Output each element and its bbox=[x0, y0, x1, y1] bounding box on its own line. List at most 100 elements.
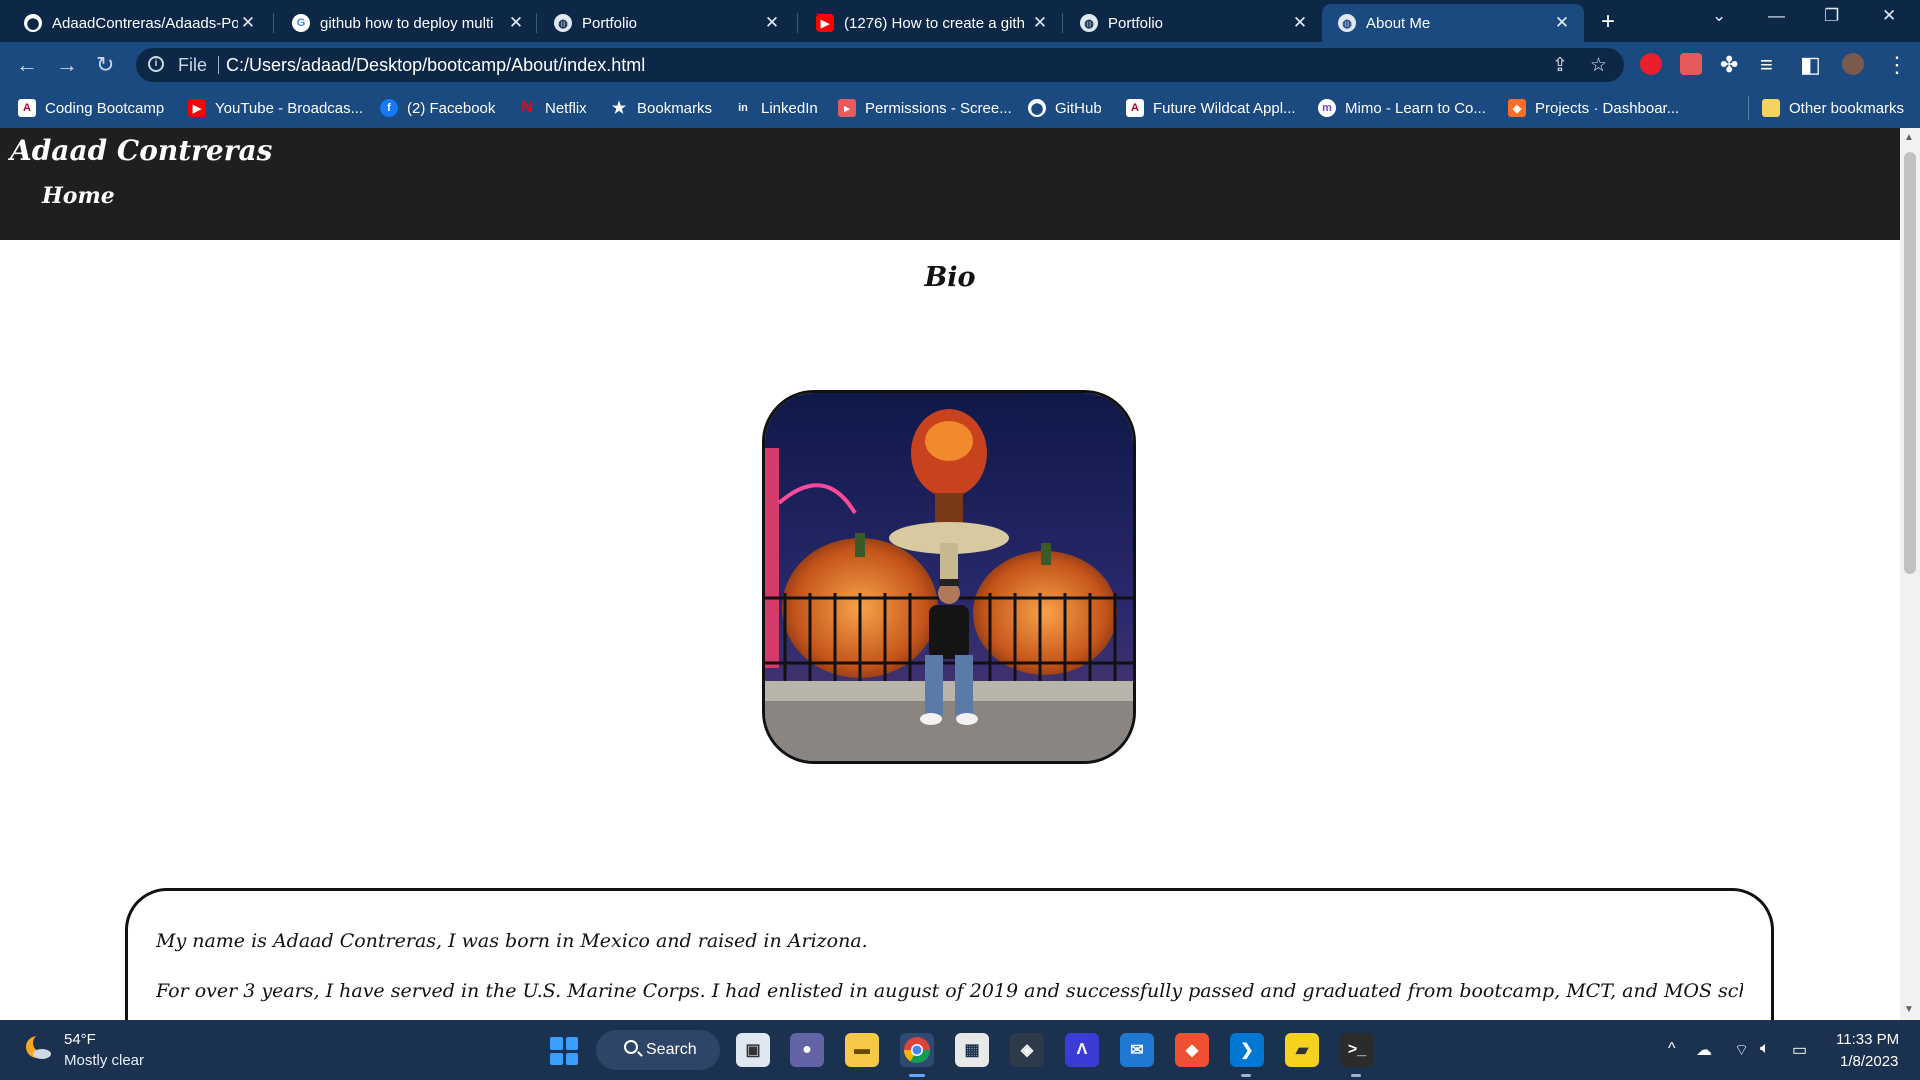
tab-google-search[interactable]: G github how to deploy multi ✕ bbox=[276, 4, 538, 42]
menu-kebab-icon[interactable]: ⋮ bbox=[1886, 52, 1908, 78]
clock-time[interactable]: 11:33 PM bbox=[1836, 1031, 1899, 1048]
close-icon[interactable]: ✕ bbox=[506, 13, 526, 33]
info-icon[interactable]: i bbox=[148, 56, 164, 72]
clock-date[interactable]: 1/8/2023 bbox=[1840, 1053, 1898, 1070]
tab-github-repo[interactable]: ⬤ AdaadContreras/Adaads-Po ✕ bbox=[8, 4, 270, 42]
bio-paragraph: My name is Adaad Contreras, I was born i… bbox=[156, 930, 868, 952]
bookmark-mimo[interactable]: m Mimo - Learn to Co... bbox=[1318, 95, 1486, 121]
teams-chat-icon[interactable]: ● bbox=[790, 1033, 824, 1067]
tab-title: Portfolio bbox=[582, 14, 638, 32]
nav-home-link[interactable]: Home bbox=[42, 183, 115, 209]
terminal-icon[interactable]: >_ bbox=[1340, 1033, 1374, 1067]
extension-icon[interactable] bbox=[1640, 53, 1662, 75]
side-panel-icon[interactable]: ◧ bbox=[1800, 52, 1821, 78]
bookmark-projects-dashboard[interactable]: ◆ Projects · Dashboar... bbox=[1508, 95, 1679, 121]
scroll-thumb[interactable] bbox=[1904, 152, 1916, 574]
site-header: Adaad Contreras Home bbox=[0, 128, 1900, 240]
extensions-puzzle-icon[interactable]: ✤ bbox=[1720, 52, 1738, 78]
close-icon[interactable]: ✕ bbox=[1290, 13, 1310, 33]
bookmark-github[interactable]: ⬤ GitHub bbox=[1028, 95, 1102, 121]
media-control-icon[interactable]: ≡ bbox=[1760, 52, 1773, 78]
bookmark-coding-bootcamp[interactable]: A Coding Bootcamp bbox=[18, 95, 164, 121]
bookmark-linkedin[interactable]: in LinkedIn bbox=[734, 95, 818, 121]
vscode-icon[interactable]: ❯ bbox=[1230, 1033, 1264, 1067]
youtube-icon: ▶ bbox=[188, 99, 206, 117]
sticky-notes-icon[interactable]: ▰ bbox=[1285, 1033, 1319, 1067]
close-icon[interactable]: ✕ bbox=[762, 13, 782, 33]
facebook-icon: f bbox=[380, 99, 398, 117]
bookmark-netflix[interactable]: N Netflix bbox=[518, 95, 586, 121]
globe-icon: ◍ bbox=[1338, 14, 1356, 32]
restore-button[interactable]: ❐ bbox=[1824, 6, 1839, 26]
url-text[interactable]: C:/Users/adaad/Desktop/bootcamp/About/in… bbox=[226, 55, 645, 76]
taskbar-search[interactable]: Search bbox=[596, 1030, 720, 1070]
globe-icon: ◍ bbox=[554, 14, 572, 32]
tab-title: AdaadContreras/Adaads-Po bbox=[52, 14, 238, 32]
new-tab-button[interactable]: + bbox=[1601, 8, 1615, 36]
bookmark-facebook[interactable]: f (2) Facebook bbox=[380, 95, 495, 121]
page-viewport: Adaad Contreras Home Bio My name is Adaa… bbox=[0, 128, 1920, 1020]
address-bar[interactable]: i File C:/Users/adaad/Desktop/bootcamp/A… bbox=[136, 48, 1624, 82]
scroll-down-arrow-icon[interactable]: ▼ bbox=[1904, 1004, 1914, 1015]
mail-icon[interactable]: ✉ bbox=[1120, 1033, 1154, 1067]
github-icon: ⬤ bbox=[24, 14, 42, 32]
tab-youtube[interactable]: ▶ (1276) How to create a gith ✕ bbox=[800, 4, 1062, 42]
scheme-label: File bbox=[178, 55, 208, 75]
microsoft-store-icon[interactable]: ▦ bbox=[955, 1033, 989, 1067]
avatar[interactable] bbox=[1842, 53, 1864, 75]
folder-icon bbox=[1762, 99, 1780, 117]
bio-heading: Bio bbox=[924, 262, 976, 293]
show-hidden-icons-icon[interactable]: ^ bbox=[1668, 1040, 1676, 1058]
globe-icon: ◍ bbox=[1080, 14, 1098, 32]
close-icon[interactable]: ✕ bbox=[238, 13, 258, 33]
weather-description: Mostly clear bbox=[64, 1052, 145, 1069]
weather-temp: 54°F bbox=[64, 1031, 96, 1048]
battery-icon[interactable]: ▭ bbox=[1792, 1040, 1807, 1060]
start-button[interactable] bbox=[550, 1037, 578, 1065]
bookmark-youtube[interactable]: ▶ YouTube - Broadcas... bbox=[188, 95, 363, 121]
tab-about-me[interactable]: ◍ About Me ✕ bbox=[1322, 4, 1584, 42]
youtube-icon: ▶ bbox=[816, 14, 834, 32]
bio-card: My name is Adaad Contreras, I was born i… bbox=[125, 888, 1774, 1020]
git-icon[interactable]: ◆ bbox=[1175, 1033, 1209, 1067]
bookmark-permissions[interactable]: ▸ Permissions - Scree... bbox=[838, 95, 1012, 121]
profile-photo bbox=[762, 390, 1136, 764]
bookmark-bookmarks[interactable]: ★ Bookmarks bbox=[610, 95, 712, 121]
unity-icon[interactable]: ◈ bbox=[1010, 1033, 1044, 1067]
volume-icon[interactable]: 🔈︎ bbox=[1760, 1040, 1770, 1058]
file-explorer-icon[interactable]: ▬ bbox=[845, 1033, 879, 1067]
onedrive-cloud-icon[interactable]: ☁ bbox=[1696, 1040, 1712, 1060]
task-view-icon[interactable]: ▣ bbox=[736, 1033, 770, 1067]
close-window-button[interactable]: ✕ bbox=[1882, 6, 1896, 26]
search-icon bbox=[624, 1040, 638, 1054]
taskbar: 54°F Mostly clear Search ▣ ● ▬ ▦ ◈ Λ ✉ ◆… bbox=[0, 1020, 1920, 1080]
close-icon[interactable]: ✕ bbox=[1030, 13, 1050, 33]
reload-button[interactable]: ↻ bbox=[96, 52, 114, 78]
share-icon[interactable]: ⇪ bbox=[1552, 54, 1568, 77]
tab-search-icon[interactable]: ⌄ bbox=[1712, 6, 1726, 26]
chrome-icon[interactable] bbox=[900, 1033, 934, 1067]
tab-title: (1276) How to create a gith bbox=[844, 14, 1025, 32]
vertical-scrollbar[interactable]: ▲ ▼ bbox=[1900, 128, 1920, 1020]
netflix-icon: N bbox=[521, 99, 533, 116]
site-title: Adaad Contreras bbox=[10, 134, 273, 167]
tab-title: github how to deploy multi bbox=[320, 14, 494, 32]
bookmark-future-wildcat[interactable]: A Future Wildcat Appl... bbox=[1126, 95, 1296, 121]
wifi-icon[interactable]: ⌔ bbox=[1734, 1040, 1749, 1060]
scroll-up-arrow-icon[interactable]: ▲ bbox=[1904, 132, 1914, 143]
gitlab-icon: ◆ bbox=[1508, 99, 1526, 117]
tab-portfolio-2[interactable]: ◍ Portfolio ✕ bbox=[1064, 4, 1322, 42]
screencastify-icon[interactable] bbox=[1680, 53, 1702, 75]
tab-portfolio-1[interactable]: ◍ Portfolio ✕ bbox=[538, 4, 794, 42]
arizona-icon: A bbox=[18, 99, 36, 117]
close-icon[interactable]: ✕ bbox=[1552, 13, 1572, 33]
mimo-icon: m bbox=[1318, 99, 1336, 117]
other-bookmarks[interactable]: Other bookmarks bbox=[1762, 95, 1904, 121]
bookmark-star-icon[interactable]: ☆ bbox=[1590, 54, 1607, 77]
back-button[interactable]: ← bbox=[16, 52, 38, 78]
forward-button[interactable]: → bbox=[56, 52, 78, 78]
tab-title: Portfolio bbox=[1108, 14, 1164, 32]
weather-moon-icon[interactable] bbox=[24, 1034, 52, 1062]
minimize-button[interactable]: — bbox=[1768, 6, 1785, 26]
app-icon[interactable]: Λ bbox=[1065, 1033, 1099, 1067]
